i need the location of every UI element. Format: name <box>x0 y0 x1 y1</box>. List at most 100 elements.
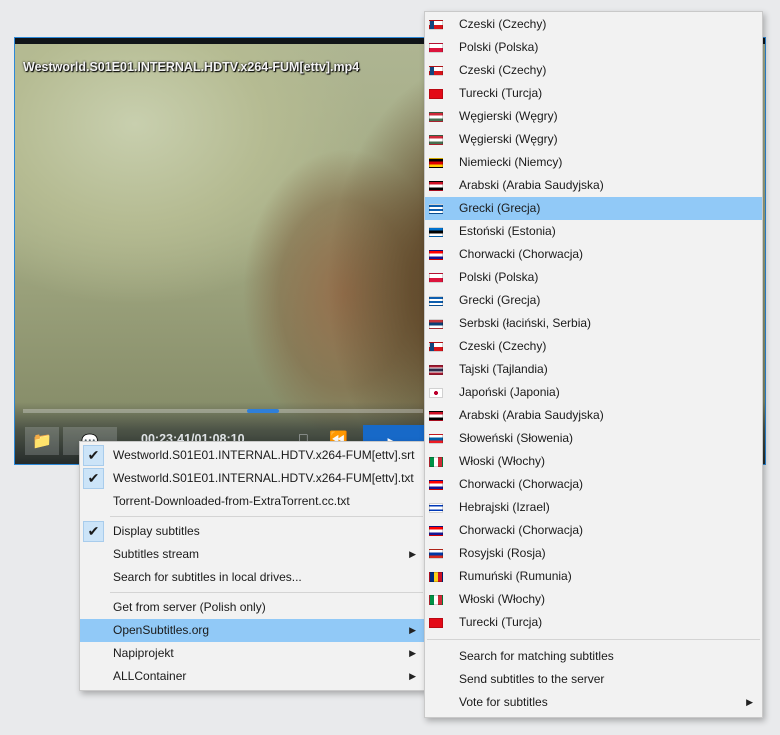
menu-item[interactable]: Send subtitles to the server <box>425 668 762 691</box>
flag-icon <box>429 181 443 191</box>
menu-item-label: Polski (Polska) <box>459 40 539 54</box>
menu-item-label: Chorwacki (Chorwacja) <box>459 247 584 261</box>
menu-item[interactable]: ✔ Westworld.S01E01.INTERNAL.HDTV.x264-FUM… <box>80 467 425 490</box>
menu-item[interactable]: Włoski (Włochy) <box>425 450 762 473</box>
menu-item[interactable]: Napiprojekt ▶ <box>80 642 425 665</box>
menu-item[interactable]: Hebrajski (Izrael) <box>425 496 762 519</box>
menu-item[interactable]: Grecki (Grecja) <box>425 197 762 220</box>
menu-item[interactable]: Arabski (Arabia Saudyjska) <box>425 174 762 197</box>
flag-icon <box>429 503 443 513</box>
menu-item-label: Torrent-Downloaded-from-ExtraTorrent.cc.… <box>113 494 350 508</box>
menu-item-label: Search for matching subtitles <box>459 649 614 663</box>
flag-icon <box>429 250 443 260</box>
menu-item-label: ALLContainer <box>113 669 187 683</box>
menu-item[interactable]: Rumuński (Rumunia) <box>425 565 762 588</box>
menu-item[interactable]: ✔ Display subtitles <box>80 520 425 543</box>
flag-icon <box>429 342 443 352</box>
submenu-arrow-icon: ▶ <box>409 671 416 681</box>
flag-icon <box>429 434 443 444</box>
menu-item[interactable]: Czeski (Czechy) <box>425 59 762 82</box>
menu-item[interactable]: Czeski (Czechy) <box>425 13 762 36</box>
open-folder-button[interactable]: 📁 <box>25 427 59 455</box>
flag-icon <box>429 135 443 145</box>
menu-item-label: Węgierski (Węgry) <box>459 132 558 146</box>
checkmark-icon: ✔ <box>83 445 104 466</box>
flag-icon <box>429 112 443 122</box>
menu-item[interactable]: Serbski (łaciński, Serbia) <box>425 312 762 335</box>
menu-item-label: Polski (Polska) <box>459 270 539 284</box>
menu-item-label: Display subtitles <box>113 524 200 538</box>
menu-item[interactable]: Rosyjski (Rosja) <box>425 542 762 565</box>
menu-item-label: Chorwacki (Chorwacja) <box>459 477 584 491</box>
menu-item-label: Czeski (Czechy) <box>459 339 547 353</box>
menu-item[interactable]: Tajski (Tajlandia) <box>425 358 762 381</box>
file-title: Westworld.S01E01.INTERNAL.HDTV.x264-FUM[… <box>23 60 360 74</box>
menu-item[interactable]: Węgierski (Węgry) <box>425 105 762 128</box>
menu-item[interactable]: Węgierski (Węgry) <box>425 128 762 151</box>
menu-item[interactable]: Polski (Polska) <box>425 266 762 289</box>
menu-item-label: Hebrajski (Izrael) <box>459 500 550 514</box>
menu-item[interactable]: Vote for subtitles ▶ <box>425 691 762 714</box>
menu-item[interactable]: Turecki (Turcja) <box>425 611 762 634</box>
menu-item[interactable]: Grecki (Grecja) <box>425 289 762 312</box>
menu-item[interactable]: Polski (Polska) <box>425 36 762 59</box>
menu-item[interactable]: Search for subtitles in local drives... <box>80 566 425 589</box>
flag-icon <box>429 549 443 559</box>
checkmark-icon: ✔ <box>83 521 104 542</box>
flag-icon <box>429 319 443 329</box>
submenu-arrow-icon: ▶ <box>409 625 416 635</box>
flag-icon <box>429 526 443 536</box>
menu-item[interactable]: Włoski (Włochy) <box>425 588 762 611</box>
menu-item[interactable]: ✔ Westworld.S01E01.INTERNAL.HDTV.x264-FUM… <box>80 444 425 467</box>
menu-item-label: Grecki (Grecja) <box>459 201 541 215</box>
menu-item[interactable]: Japoński (Japonia) <box>425 381 762 404</box>
seek-bar[interactable] <box>23 409 423 413</box>
menu-item-label: Napiprojekt <box>113 646 174 660</box>
menu-item[interactable]: Subtitles stream ▶ <box>80 543 425 566</box>
menu-item-label: Słoweński (Słowenia) <box>459 431 574 445</box>
menu-item[interactable]: Turecki (Turcja) <box>425 82 762 105</box>
menu-item[interactable]: Get from server (Polish only) <box>80 596 425 619</box>
menu-item[interactable]: Niemiecki (Niemcy) <box>425 151 762 174</box>
flag-icon <box>429 43 443 53</box>
menu-item-label: Arabski (Arabia Saudyjska) <box>459 178 604 192</box>
menu-item[interactable]: Estoński (Estonia) <box>425 220 762 243</box>
menu-item[interactable]: OpenSubtitles.org ▶ <box>80 619 425 642</box>
menu-item[interactable]: Chorwacki (Chorwacja) <box>425 473 762 496</box>
menu-item[interactable]: Chorwacki (Chorwacja) <box>425 519 762 542</box>
menu-item-label: Czeski (Czechy) <box>459 63 547 77</box>
checkmark-icon: ✔ <box>83 468 104 489</box>
menu-item[interactable]: Czeski (Czechy) <box>425 335 762 358</box>
menu-item-label: Subtitles stream <box>113 547 200 561</box>
seek-thumb[interactable] <box>247 409 279 413</box>
menu-item-label: Westworld.S01E01.INTERNAL.HDTV.x264-FUM[… <box>113 448 415 462</box>
flag-icon <box>429 66 443 76</box>
menu-item-label: Estoński (Estonia) <box>459 224 556 238</box>
flag-icon <box>429 618 443 628</box>
menu-item-label: Turecki (Turcja) <box>459 86 543 100</box>
menu-item-label: Węgierski (Węgry) <box>459 109 558 123</box>
flag-icon <box>429 204 443 214</box>
menu-item-label: Grecki (Grecja) <box>459 293 541 307</box>
flag-icon <box>429 296 443 306</box>
menu-item-label: Czeski (Czechy) <box>459 17 547 31</box>
menu-item-label: Send subtitles to the server <box>459 672 605 686</box>
menu-item[interactable]: ALLContainer ▶ <box>80 665 425 688</box>
flag-icon <box>429 227 443 237</box>
menu-item-label: Rosyjski (Rosja) <box>459 546 546 560</box>
menu-item[interactable]: Słoweński (Słowenia) <box>425 427 762 450</box>
opensubtitles-submenu: Czeski (Czechy) Polski (Polska) Czeski (Cz… <box>424 11 763 718</box>
flag-icon <box>429 158 443 168</box>
menu-item[interactable]: Arabski (Arabia Saudyjska) <box>425 404 762 427</box>
menu-item[interactable]: Chorwacki (Chorwacja) <box>425 243 762 266</box>
menu-item[interactable]: Search for matching subtitles <box>425 645 762 668</box>
menu-item-label: Get from server (Polish only) <box>113 600 266 614</box>
flag-icon <box>429 89 443 99</box>
menu-item-label: Tajski (Tajlandia) <box>459 362 548 376</box>
menu-separator <box>427 639 760 640</box>
menu-item-label: Search for subtitles in local drives... <box>113 570 302 584</box>
subtitles-context-menu: ✔ Westworld.S01E01.INTERNAL.HDTV.x264-FUM… <box>79 441 426 691</box>
menu-item[interactable]: Torrent-Downloaded-from-ExtraTorrent.cc.… <box>80 490 425 513</box>
menu-item-label: Serbski (łaciński, Serbia) <box>459 316 592 330</box>
menu-item-label: Włoski (Włochy) <box>459 592 545 606</box>
